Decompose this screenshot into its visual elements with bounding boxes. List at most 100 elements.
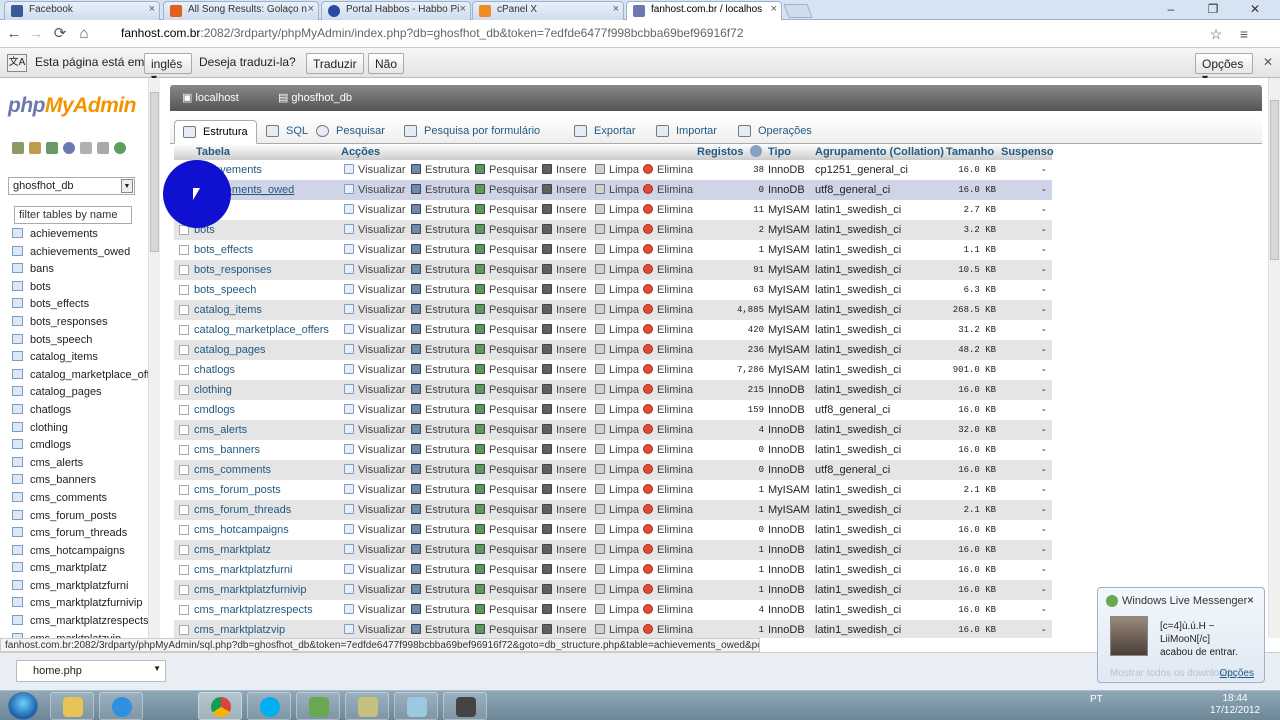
action-pesquisar[interactable]: Pesquisar xyxy=(475,564,538,576)
row-checkbox[interactable] xyxy=(179,385,189,395)
action-estrutura[interactable]: Estrutura xyxy=(411,624,470,636)
action-limpa[interactable]: Limpa xyxy=(595,604,639,616)
table-name-link[interactable]: bots_responses xyxy=(194,264,272,276)
header-tamanho[interactable]: Tamanho xyxy=(946,146,994,158)
header-agrupamento[interactable]: Agrupamento (Collation) xyxy=(815,146,944,158)
action-elimina[interactable]: Elimina xyxy=(643,444,693,456)
table-row[interactable]: cms_marktplatzfurnivip Visualizar Estrutur… xyxy=(174,580,1052,600)
action-limpa[interactable]: Limpa xyxy=(595,404,639,416)
sidebar-item-cms-marktplatzvip[interactable]: cms_marktplatzvip xyxy=(12,631,160,638)
close-translate-icon[interactable]: ✕ xyxy=(1258,52,1278,72)
action-elimina[interactable]: Elimina xyxy=(643,244,693,256)
action-visualizar[interactable]: Visualizar xyxy=(344,324,406,336)
action-estrutura[interactable]: Estrutura xyxy=(411,164,470,176)
table-name-link[interactable]: catalog_marketplace_offers xyxy=(194,324,329,336)
action-pesquisar[interactable]: Pesquisar xyxy=(475,244,538,256)
action-estrutura[interactable]: Estrutura xyxy=(411,564,470,576)
table-size[interactable]: 16.0 KB xyxy=(934,625,996,635)
sidebar-item-cms-marktplatzrespects[interactable]: cms_marktplatzrespects xyxy=(12,613,160,631)
table-row[interactable]: achievements Visualizar Estrutura Pesquisar… xyxy=(174,160,1052,180)
action-limpa[interactable]: Limpa xyxy=(595,264,639,276)
engine-type[interactable]: InnoDB xyxy=(768,464,805,476)
table-size[interactable]: 16.0 KB xyxy=(934,405,996,415)
action-elimina[interactable]: Elimina xyxy=(643,264,693,276)
action-limpa[interactable]: Limpa xyxy=(595,204,639,216)
row-checkbox[interactable] xyxy=(179,325,189,335)
action-insere[interactable]: Insere xyxy=(542,524,587,536)
sidebar-item-bots[interactable]: bots xyxy=(12,279,160,297)
tab-estrutura[interactable]: Estrutura xyxy=(174,120,257,144)
translate-button[interactable]: Traduzir xyxy=(306,53,364,74)
action-limpa[interactable]: Limpa xyxy=(595,584,639,596)
action-pesquisar[interactable]: Pesquisar xyxy=(475,484,538,496)
table-row[interactable]: cms_alerts Visualizar Estrutura Pesquisar In… xyxy=(174,420,1052,440)
action-visualizar[interactable]: Visualizar xyxy=(344,284,406,296)
table-size[interactable]: 16.0 KB xyxy=(934,445,996,455)
breadcrumb-server[interactable]: ▣ localhost xyxy=(182,92,257,104)
action-estrutura[interactable]: Estrutura xyxy=(411,444,470,456)
row-checkbox[interactable] xyxy=(179,405,189,415)
action-visualizar[interactable]: Visualizar xyxy=(344,244,406,256)
action-visualizar[interactable]: Visualizar xyxy=(344,264,406,276)
table-row[interactable]: catalog_items Visualizar Estrutura Pesquisa… xyxy=(174,300,1052,320)
action-insere[interactable]: Insere xyxy=(542,544,587,556)
table-name-link[interactable]: bots_speech xyxy=(194,284,256,296)
home-icon[interactable] xyxy=(12,142,24,154)
action-visualizar[interactable]: Visualizar xyxy=(344,604,406,616)
table-row[interactable]: cms_forum_threads Visualizar Estrutura Pesq… xyxy=(174,500,1052,520)
browser-tab-fanhost[interactable]: fanhost.com.br / localhos × xyxy=(626,1,782,21)
action-insere[interactable]: Insere xyxy=(542,344,587,356)
clock[interactable]: 18:44 17/12/2012 xyxy=(1210,693,1260,717)
action-insere[interactable]: Insere xyxy=(542,484,587,496)
table-name-link[interactable]: cms_banners xyxy=(194,444,260,456)
action-estrutura[interactable]: Estrutura xyxy=(411,324,470,336)
action-insere[interactable]: Insere xyxy=(542,584,587,596)
engine-type[interactable]: MyISAM xyxy=(768,284,810,296)
action-visualizar[interactable]: Visualizar xyxy=(344,464,406,476)
action-estrutura[interactable]: Estrutura xyxy=(411,544,470,556)
menu-icon[interactable]: ≡ xyxy=(1234,24,1254,44)
table-row[interactable]: bots_responses Visualizar Estrutura Pesquis… xyxy=(174,260,1052,280)
action-insere[interactable]: Insere xyxy=(542,564,587,576)
sidebar-scrollbar[interactable] xyxy=(148,78,160,638)
row-checkbox[interactable] xyxy=(179,505,189,515)
action-insere[interactable]: Insere xyxy=(542,224,587,236)
action-pesquisar[interactable]: Pesquisar xyxy=(475,204,538,216)
action-pesquisar[interactable]: Pesquisar xyxy=(475,524,538,536)
action-pesquisar[interactable]: Pesquisar xyxy=(475,284,538,296)
sidebar-item-cms-marktplatzfurnivip[interactable]: cms_marktplatzfurnivip xyxy=(12,595,160,613)
action-visualizar[interactable]: Visualizar xyxy=(344,224,406,236)
action-estrutura[interactable]: Estrutura xyxy=(411,524,470,536)
action-insere[interactable]: Insere xyxy=(542,284,587,296)
row-checkbox[interactable] xyxy=(179,605,189,615)
sidebar-item-clothing[interactable]: clothing xyxy=(12,420,160,438)
engine-type[interactable]: InnoDB xyxy=(768,404,805,416)
action-elimina[interactable]: Elimina xyxy=(643,284,693,296)
sidebar-item-cmdlogs[interactable]: cmdlogs xyxy=(12,437,160,455)
row-checkbox[interactable] xyxy=(179,305,189,315)
action-pesquisar[interactable]: Pesquisar xyxy=(475,624,538,636)
table-name-link[interactable]: cms_hotcampaigns xyxy=(194,524,289,536)
no-translate-button[interactable]: Não xyxy=(368,53,405,74)
action-insere[interactable]: Insere xyxy=(542,184,587,196)
table-row[interactable]: cms_marktplatzvip Visualizar Estrutura Pesq… xyxy=(174,620,1052,638)
taskbar-skype[interactable] xyxy=(247,692,291,720)
settings-icon[interactable] xyxy=(97,142,109,154)
close-tab-icon[interactable]: × xyxy=(613,3,619,15)
action-limpa[interactable]: Limpa xyxy=(595,524,639,536)
action-pesquisar[interactable]: Pesquisar xyxy=(475,504,538,516)
row-checkbox[interactable] xyxy=(179,265,189,275)
action-visualizar[interactable]: Visualizar xyxy=(344,364,406,376)
sidebar-item-cms-comments[interactable]: cms_comments xyxy=(12,490,160,508)
page-scrollbar[interactable] xyxy=(1268,78,1280,638)
engine-type[interactable]: InnoDB xyxy=(768,444,805,456)
table-size[interactable]: 16.0 KB xyxy=(934,385,996,395)
action-limpa[interactable]: Limpa xyxy=(595,304,639,316)
row-checkbox[interactable] xyxy=(179,565,189,575)
header-registos[interactable]: Registos xyxy=(697,146,743,158)
action-estrutura[interactable]: Estrutura xyxy=(411,184,470,196)
table-size[interactable]: 16.0 KB xyxy=(934,605,996,615)
action-limpa[interactable]: Limpa xyxy=(595,244,639,256)
action-estrutura[interactable]: Estrutura xyxy=(411,264,470,276)
action-estrutura[interactable]: Estrutura xyxy=(411,344,470,356)
